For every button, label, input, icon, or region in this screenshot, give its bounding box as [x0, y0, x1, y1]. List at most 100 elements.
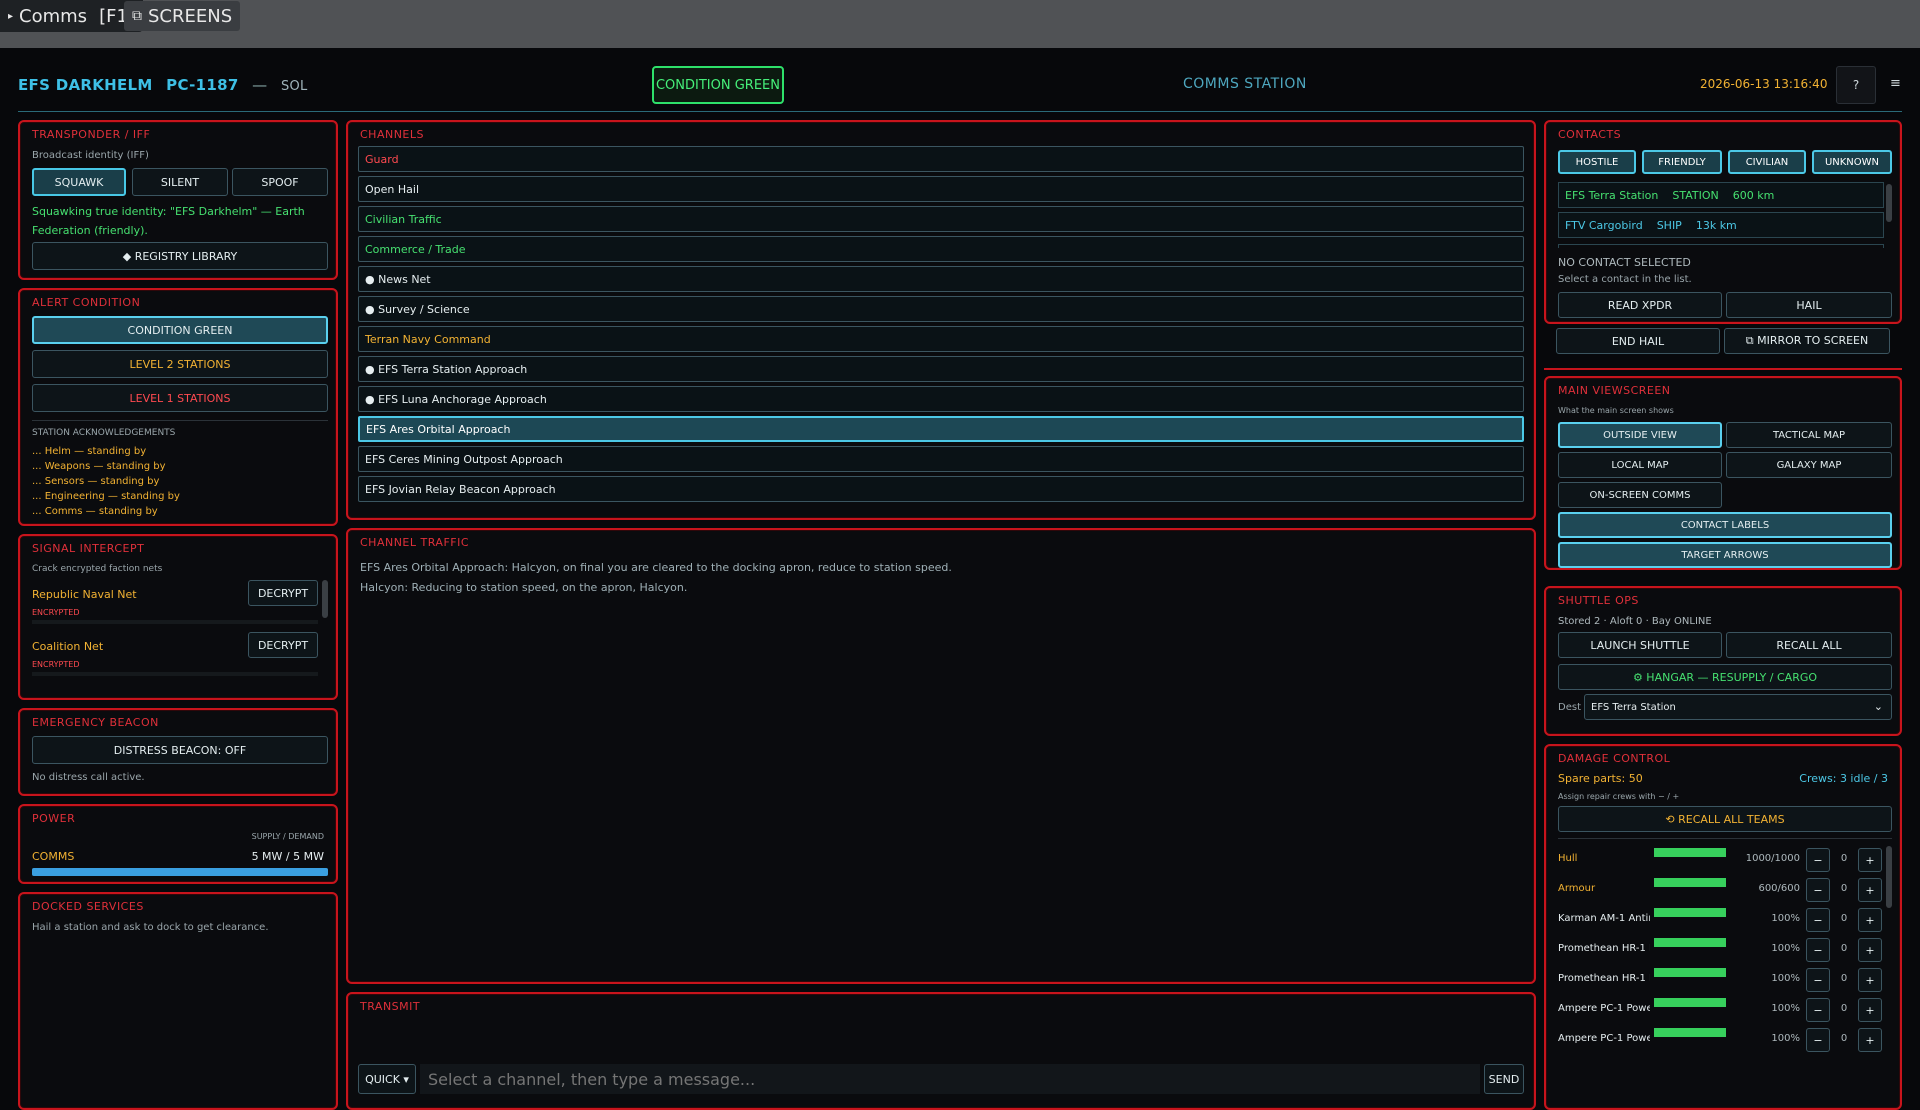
- condition-indicator[interactable]: CONDITION GREEN: [652, 66, 784, 104]
- decrease-crew-button[interactable]: −: [1806, 908, 1830, 932]
- system-name: Hull: [1558, 853, 1578, 864]
- read-xpdr-button[interactable]: READ XPDR: [1558, 292, 1722, 318]
- channel-item[interactable]: ● EFS Luna Anchorage Approach: [358, 386, 1524, 412]
- hangar-button[interactable]: ⚙ HANGAR — RESUPPLY / CARGO: [1558, 664, 1892, 690]
- spoof-button[interactable]: SPOOF: [232, 168, 328, 196]
- panel-title: MAIN VIEWSCREEN: [1558, 384, 1671, 397]
- panel-title: DAMAGE CONTROL: [1558, 752, 1671, 765]
- panel-title: ALERT CONDITION: [32, 296, 141, 309]
- channel-item[interactable]: Guard: [358, 146, 1524, 172]
- contact-name: FTV Cargobird: [1565, 218, 1643, 232]
- local-map-button[interactable]: LOCAL MAP: [1558, 452, 1722, 478]
- channel-label: ● Survey / Science: [365, 302, 470, 316]
- send-button[interactable]: SEND: [1484, 1064, 1524, 1094]
- increase-crew-button[interactable]: +: [1858, 1028, 1882, 1052]
- help-button[interactable]: ?: [1836, 66, 1876, 104]
- traffic-line: Halcyon: Reducing to station speed, on t…: [360, 581, 688, 594]
- contact-item[interactable]: FTV Cargobird SHIP 13k km: [1558, 212, 1884, 238]
- net-status: ENCRYPTED: [32, 660, 80, 669]
- recall-all-teams-button[interactable]: ⟲ RECALL ALL TEAMS: [1558, 806, 1892, 832]
- damage-row: Karman AM-1 Antir 100% −0 +: [1558, 908, 1894, 932]
- channel-item[interactable]: ● Survey / Science: [358, 296, 1524, 322]
- beacon-status: No distress call active.: [32, 772, 145, 783]
- decrease-crew-button[interactable]: −: [1806, 1028, 1830, 1052]
- tactical-map-button[interactable]: TACTICAL MAP: [1726, 422, 1892, 448]
- filter-unknown[interactable]: UNKNOWN: [1812, 150, 1892, 174]
- datetime: 2026-06-13 13:16:40: [1700, 77, 1828, 91]
- mirror-to-screen-button[interactable]: ⧉ MIRROR TO SCREEN: [1724, 328, 1890, 354]
- condition-green-button[interactable]: CONDITION GREEN: [32, 316, 328, 344]
- contact-labels-toggle[interactable]: CONTACT LABELS: [1558, 512, 1892, 538]
- channel-item[interactable]: Terran Navy Command: [358, 326, 1524, 352]
- contact-item[interactable]: EFS Terra Station STATION 600 km: [1558, 182, 1884, 208]
- outside-view-button[interactable]: OUTSIDE VIEW: [1558, 422, 1722, 448]
- target-arrows-toggle[interactable]: TARGET ARROWS: [1558, 542, 1892, 568]
- no-contact-title: NO CONTACT SELECTED: [1558, 256, 1691, 269]
- quick-messages-button[interactable]: QUICK ▾: [358, 1064, 416, 1094]
- docked-text: Hail a station and ask to dock to get cl…: [32, 922, 269, 933]
- level-1-button[interactable]: LEVEL 1 STATIONS: [32, 384, 328, 412]
- increase-crew-button[interactable]: +: [1858, 848, 1882, 872]
- channel-item[interactable]: EFS Ceres Mining Outpost Approach: [358, 446, 1524, 472]
- decrease-crew-button[interactable]: −: [1806, 938, 1830, 962]
- increase-crew-button[interactable]: +: [1858, 908, 1882, 932]
- silent-button[interactable]: SILENT: [132, 168, 228, 196]
- tab-comms-label: Comms: [19, 5, 88, 27]
- recall-all-button[interactable]: RECALL ALL: [1726, 632, 1892, 658]
- power-bar: [32, 868, 328, 876]
- registry-library-button[interactable]: ◆ REGISTRY LIBRARY: [32, 242, 328, 270]
- transponder-panel: TRANSPONDER / IFF Broadcast identity (IF…: [18, 120, 338, 280]
- channel-item[interactable]: ● EFS Terra Station Approach: [358, 356, 1524, 382]
- ack-item: ... Weapons — standing by: [32, 461, 166, 472]
- star-system: SOL: [280, 79, 308, 94]
- damage-row: Promethean HR-1 F 100% −0 +: [1558, 938, 1894, 962]
- channel-item[interactable]: Open Hail: [358, 176, 1524, 202]
- channel-item[interactable]: EFS Ares Orbital Approach: [358, 416, 1524, 442]
- increase-crew-button[interactable]: +: [1858, 968, 1882, 992]
- galaxy-map-button[interactable]: GALAXY MAP: [1726, 452, 1892, 478]
- damage-scrollbar[interactable]: [1886, 846, 1892, 908]
- contacts-scrollbar[interactable]: [1886, 184, 1892, 222]
- level-2-button[interactable]: LEVEL 2 STATIONS: [32, 350, 328, 378]
- tab-comms[interactable]: ▸ Comms [F1]: [0, 0, 143, 32]
- channel-item[interactable]: ● News Net: [358, 266, 1524, 292]
- decrease-crew-button[interactable]: −: [1806, 998, 1830, 1022]
- squawk-button[interactable]: SQUAWK: [32, 168, 126, 196]
- tab-screens[interactable]: ⧉ SCREENS: [124, 1, 241, 31]
- filter-hostile[interactable]: HOSTILE: [1558, 150, 1636, 174]
- launch-shuttle-button[interactable]: LAUNCH SHUTTLE: [1558, 632, 1722, 658]
- channel-label: Terran Navy Command: [365, 332, 491, 346]
- intercept-scrollbar[interactable]: [322, 580, 328, 618]
- damage-control-panel: DAMAGE CONTROL Spare parts: 50 Crews: 3 …: [1544, 744, 1902, 1110]
- decrease-crew-button[interactable]: −: [1806, 848, 1830, 872]
- power-value: 5 MW / 5 MW: [251, 850, 324, 863]
- system-name: Ampere PC-1 Powe: [1558, 1003, 1650, 1014]
- transmit-panel: TRANSMIT QUICK ▾ SEND: [346, 992, 1536, 1110]
- hail-button[interactable]: HAIL: [1726, 292, 1892, 318]
- dest-select[interactable]: EFS Terra Station ⌄: [1584, 694, 1892, 720]
- menu-icon[interactable]: ≡: [1890, 76, 1901, 91]
- filter-friendly[interactable]: FRIENDLY: [1642, 150, 1722, 174]
- channel-item[interactable]: Civilian Traffic: [358, 206, 1524, 232]
- on-screen-comms-button[interactable]: ON-SCREEN COMMS: [1558, 482, 1722, 508]
- filter-civilian[interactable]: CIVILIAN: [1728, 150, 1806, 174]
- increase-crew-button[interactable]: +: [1858, 878, 1882, 902]
- damage-row: Ampere PC-1 Powe 100% −0 +: [1558, 998, 1894, 1022]
- system-name: Promethean HR-1 F: [1558, 943, 1650, 954]
- shuttle-ops-panel: SHUTTLE OPS Stored 2 · Aloft 0 · Bay ONL…: [1544, 586, 1902, 736]
- distress-beacon-button[interactable]: DISTRESS BEACON: OFF: [32, 736, 328, 764]
- channel-item[interactable]: Commerce / Trade: [358, 236, 1524, 262]
- message-input[interactable]: [420, 1064, 1480, 1094]
- end-hail-button[interactable]: END HAIL: [1556, 328, 1720, 354]
- power-bar-fill: [32, 868, 328, 876]
- traffic-line: EFS Ares Orbital Approach: Halcyon, on f…: [360, 561, 952, 574]
- decrypt-button[interactable]: DECRYPT: [248, 580, 318, 606]
- decrease-crew-button[interactable]: −: [1806, 878, 1830, 902]
- power-system: COMMS: [32, 850, 75, 863]
- increase-crew-button[interactable]: +: [1858, 998, 1882, 1022]
- decrypt-button[interactable]: DECRYPT: [248, 632, 318, 658]
- channel-item[interactable]: EFS Jovian Relay Beacon Approach: [358, 476, 1524, 502]
- decrease-crew-button[interactable]: −: [1806, 968, 1830, 992]
- contact-type: SHIP: [1656, 218, 1682, 232]
- increase-crew-button[interactable]: +: [1858, 938, 1882, 962]
